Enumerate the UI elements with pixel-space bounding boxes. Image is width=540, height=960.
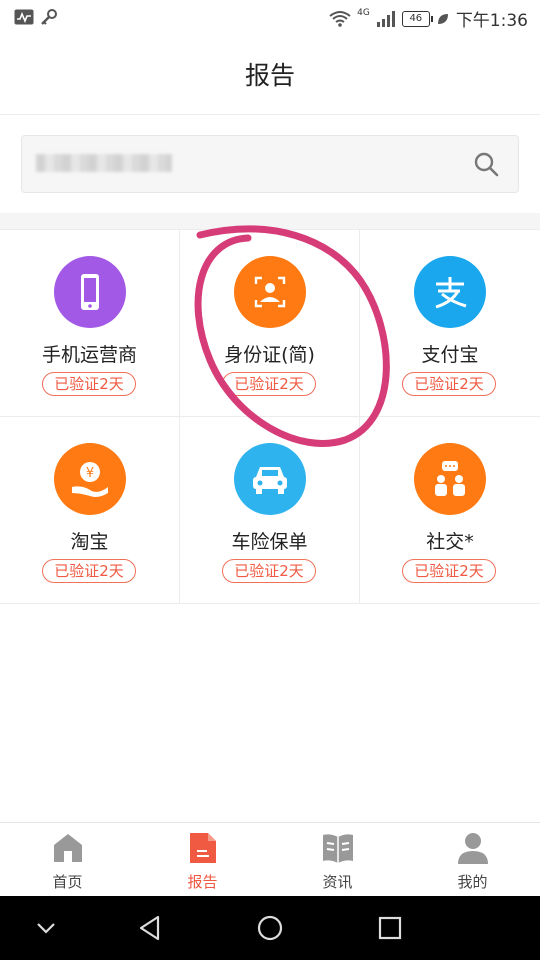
profile-icon [457,833,488,864]
wifi-icon [329,10,351,27]
nav-item-news[interactable]: 资讯 [270,823,405,897]
search-box[interactable] [21,135,519,193]
verified-badge: 已验证2天 [222,559,316,583]
car-icon [253,467,287,494]
tile-icon-bg [414,443,486,515]
key-icon [41,9,57,25]
social-icon [435,461,465,496]
verified-badge: 已验证2天 [402,372,496,396]
status-right: 4G 46 下午1:36 [329,6,528,31]
nav-label: 报告 [187,873,218,891]
search-section [0,115,540,213]
tile-mobile-carrier[interactable]: 手机运营商 已验证2天 [0,230,180,417]
nav-item-home[interactable]: 首页 [0,823,135,897]
verified-badge: 已验证2天 [42,559,136,583]
verified-badge: 已验证2天 [402,559,496,583]
id-card-icon [254,276,286,308]
verified-badge: 已验证2天 [222,372,316,396]
search-icon[interactable] [472,150,500,178]
tile-icon-bg [234,443,306,515]
tile-name: 手机运营商 [41,344,137,366]
tile-name: 淘宝 [70,531,109,553]
tile-icon-bg [234,256,306,328]
tile-name: 车险保单 [231,531,308,553]
system-nav-bar [0,896,540,960]
leaf-icon [437,13,448,24]
battery-level: 46 [409,12,423,24]
nav-item-profile[interactable]: 我的 [405,823,540,897]
tile-alipay[interactable]: 支付宝 已验证2天 [360,230,540,417]
report-grid: 手机运营商 已验证2天 身份证(简) 已验证2天 支付宝 已验证2天 ¥ 淘宝 … [0,229,540,604]
tile-car-insurance[interactable]: 车险保单 已验证2天 [180,417,360,604]
search-text-redacted [36,154,172,172]
tile-taobao[interactable]: ¥ 淘宝 已验证2天 [0,417,180,604]
svg-text:¥: ¥ [86,466,94,481]
tile-icon-bg [54,256,126,328]
verified-badge: 已验证2天 [42,372,136,396]
tile-icon-bg: ¥ [54,443,126,515]
activity-icon [14,9,34,25]
back-icon[interactable] [134,912,166,944]
tile-name: 社交* [426,531,474,553]
phone-icon [81,274,99,310]
nav-label: 资讯 [322,873,353,891]
tile-id-card[interactable]: 身份证(简) 已验证2天 [180,230,360,417]
news-icon [322,834,353,863]
home-icon [53,834,82,862]
tile-name: 身份证(简) [224,344,315,366]
nav-label: 首页 [52,873,83,891]
nav-item-report[interactable]: 报告 [135,823,270,897]
chevron-down-icon[interactable] [30,912,62,944]
report-icon [189,833,216,863]
battery-icon: 46 [401,10,433,27]
page-title: 报告 [244,61,295,90]
network-type: 4G [357,7,370,18]
home-circle-icon[interactable] [254,912,286,944]
recents-icon[interactable] [374,912,406,944]
status-left [14,8,58,26]
signal-icon [376,10,395,27]
status-bar: 4G 46 下午1:36 [0,0,540,38]
tile-name: 支付宝 [421,344,479,366]
app-header: 报告 [0,38,540,115]
section-divider [0,213,540,229]
bottom-nav: 首页 报告 资讯 我的 [0,822,540,897]
tile-icon-bg [414,256,486,328]
alipay-icon [435,277,467,309]
taobao-coin-icon: ¥ [72,462,108,497]
app-screen: 4G 46 下午1:36 报告 手机运营商 已验证2天 身份证(简) 已验证2天… [0,0,540,960]
status-time: 下午1:36 [455,11,528,31]
tile-social[interactable]: 社交* 已验证2天 [360,417,540,604]
nav-label: 我的 [457,873,488,891]
